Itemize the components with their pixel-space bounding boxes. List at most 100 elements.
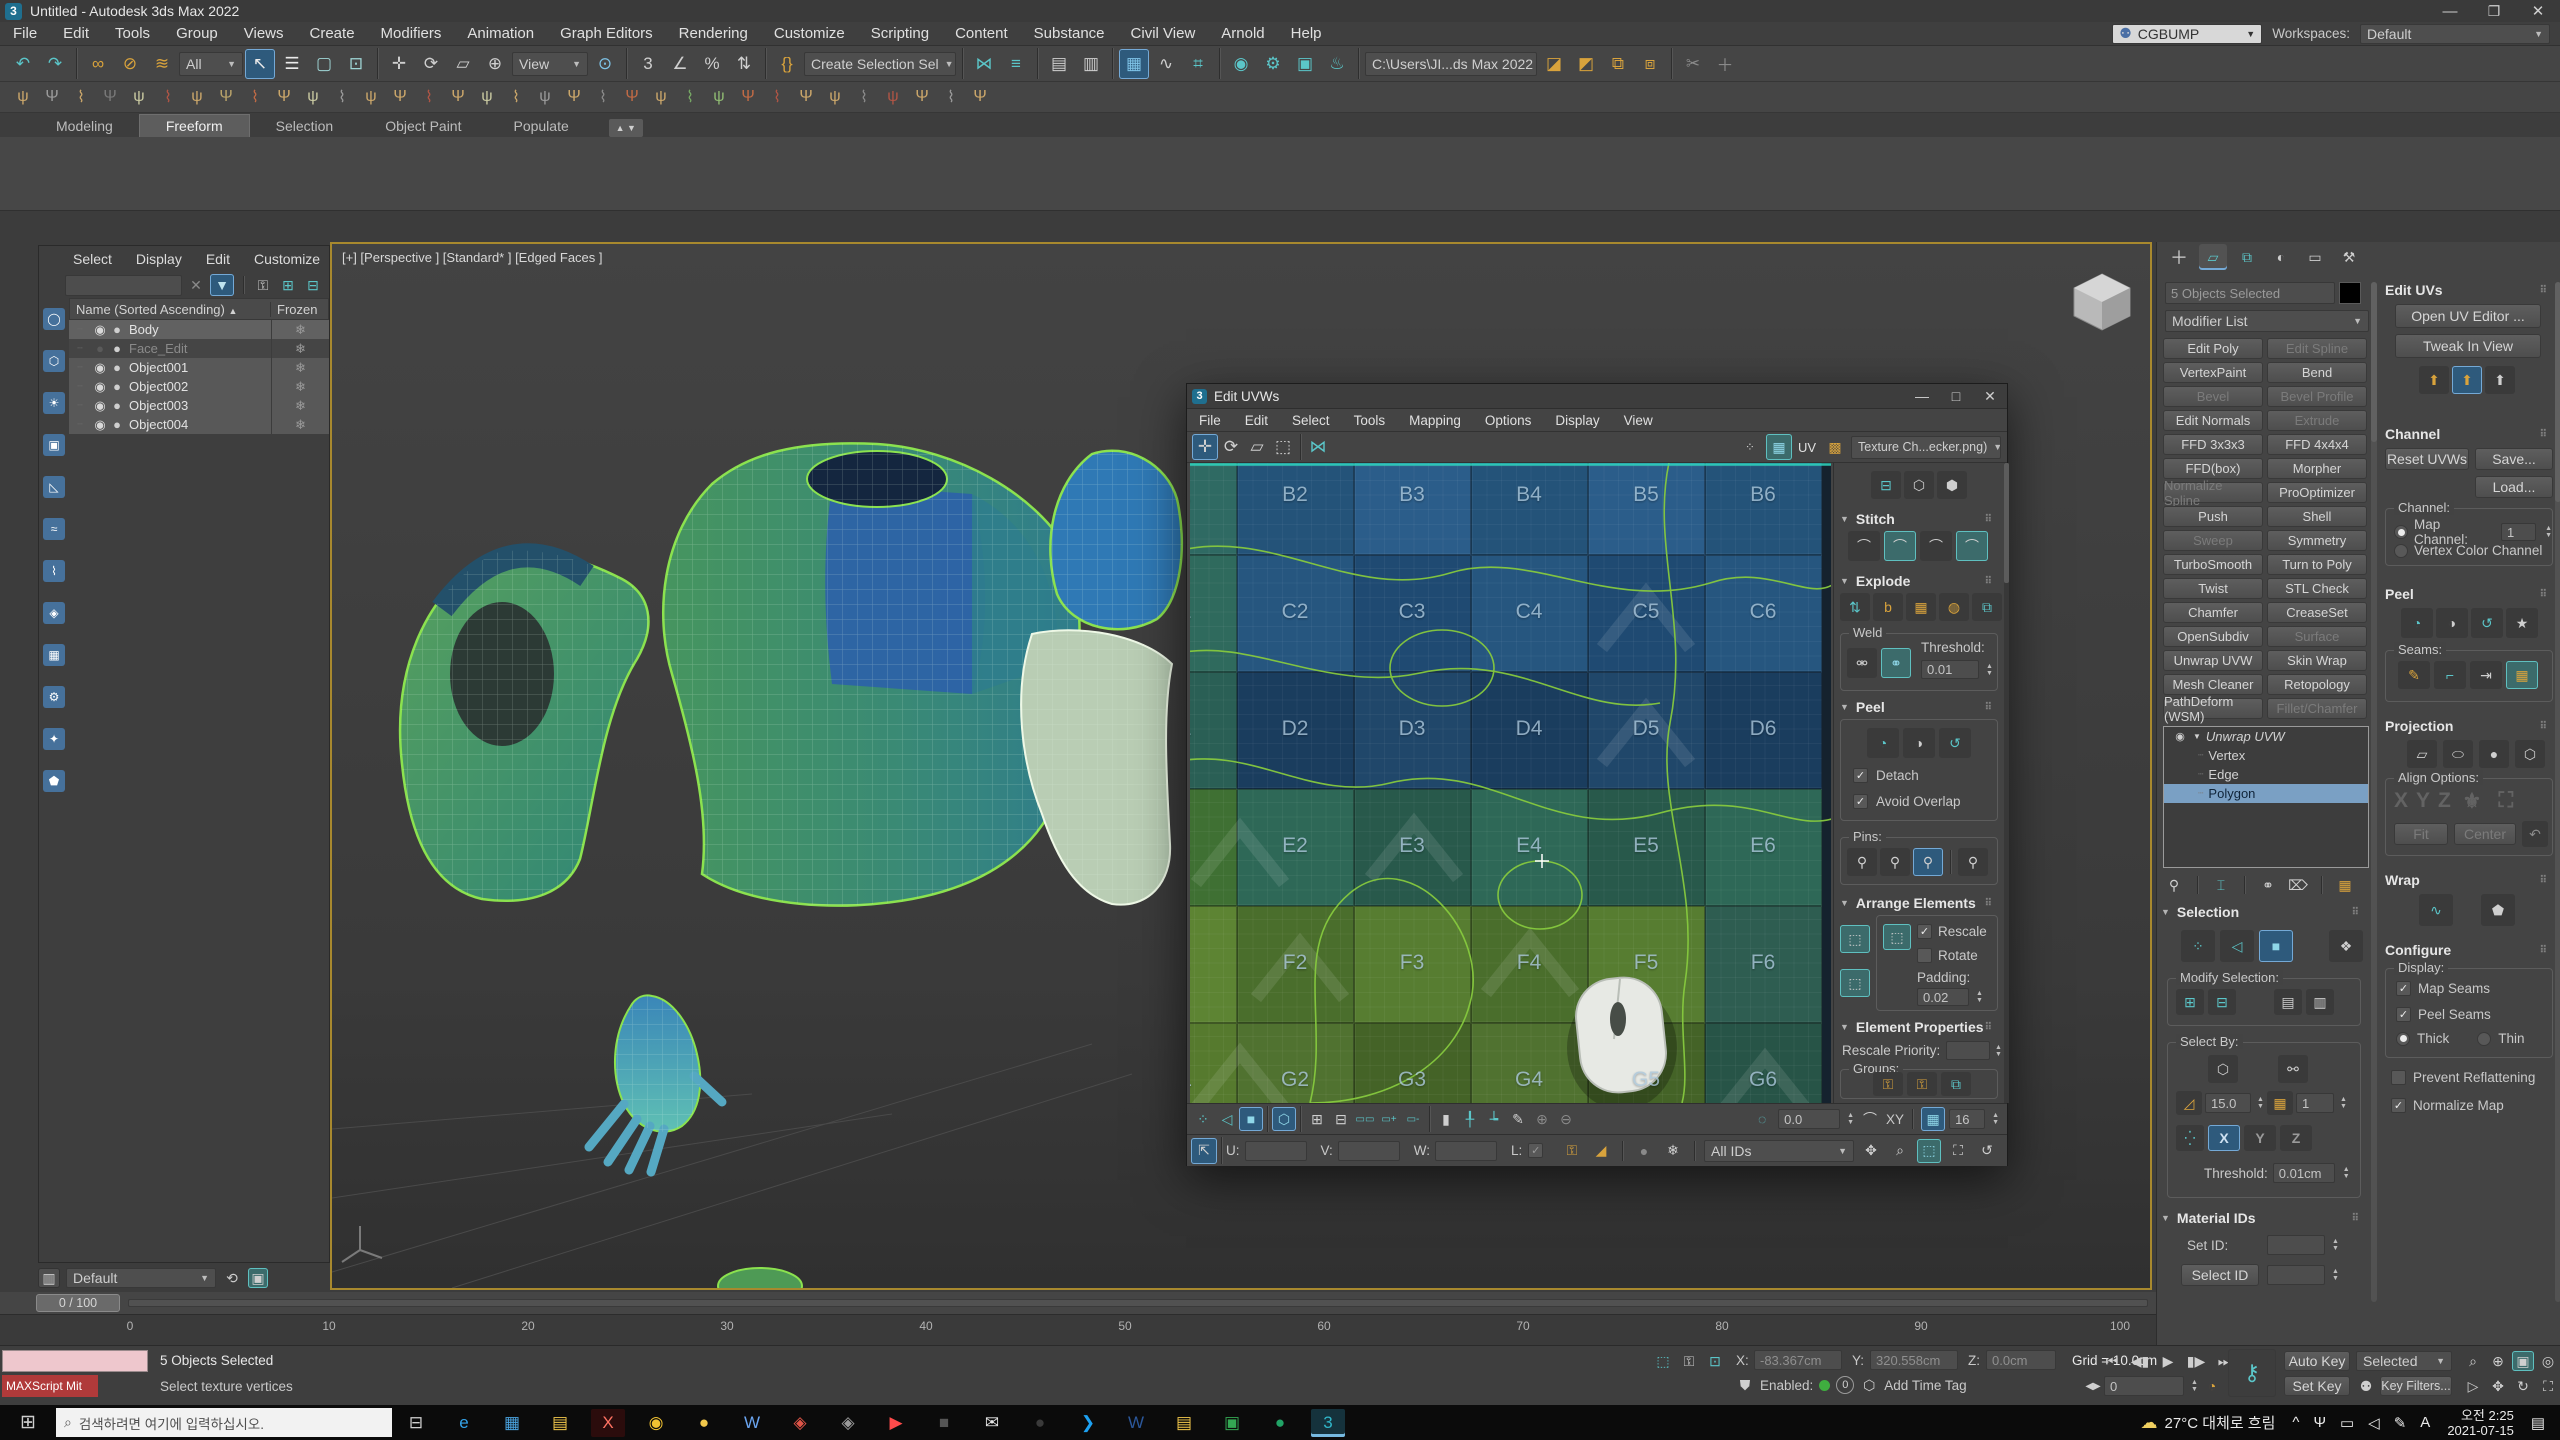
hair-tool-icon-16[interactable]: Ψ: [445, 84, 471, 110]
time-configuration-icon[interactable]: ◔: [2202, 1376, 2222, 1396]
ribbon-minimize-icon[interactable]: ▲ ▼: [609, 119, 643, 137]
tray-mic-icon[interactable]: Ψ: [2313, 1414, 2326, 1431]
explorer-refresh-icon[interactable]: ⟲: [222, 1268, 242, 1288]
menu-arnold[interactable]: Arnold: [1208, 22, 1277, 45]
app-blue-w-icon[interactable]: W: [735, 1409, 769, 1437]
menu-views[interactable]: Views: [231, 22, 297, 45]
curve-editor-icon[interactable]: ∿: [1151, 49, 1181, 79]
select-link-icon[interactable]: ∞: [83, 49, 113, 79]
angle-snap-icon[interactable]: ∠: [665, 49, 695, 79]
uv-falloff-space-icon[interactable]: ◌: [1750, 1107, 1774, 1131]
viewcube[interactable]: [2074, 274, 2130, 330]
configure-modifier-sets-icon[interactable]: ▦: [2334, 874, 2356, 896]
angle-field[interactable]: 15.0: [2205, 1093, 2251, 1113]
sel-vertex-icon[interactable]: ⁘: [2181, 930, 2215, 962]
expand-to-seams-icon[interactable]: ▦: [2506, 661, 2538, 689]
reshape-align-icon[interactable]: ⊟: [1871, 471, 1901, 499]
frozen-toggle-icon[interactable]: ❄: [271, 358, 329, 377]
frozen-toggle-icon[interactable]: ❄: [271, 415, 329, 434]
peel-mode-icon[interactable]: ◑: [1903, 728, 1935, 758]
frozen-toggle-icon[interactable]: ❄: [271, 339, 329, 358]
select-move-icon[interactable]: ✛: [384, 49, 414, 79]
uvw-menu-file[interactable]: File: [1187, 409, 1233, 431]
hair-tool-icon-2[interactable]: Ψ: [39, 84, 65, 110]
reset-uvws-button[interactable]: Reset UVWs: [2385, 448, 2469, 470]
hair-tool-icon-9[interactable]: ⌇: [242, 84, 268, 110]
scene-object-row[interactable]: ┄◉●Object001❄: [69, 358, 329, 377]
grow-selection-icon[interactable]: ⊞: [2176, 989, 2204, 1015]
peel-reset2-icon[interactable]: ↺: [2471, 608, 2503, 638]
peel-seams-checkbox[interactable]: ✓: [2396, 1007, 2411, 1022]
tray-volume-icon[interactable]: ◁: [2368, 1414, 2380, 1432]
explorer-preset-dropdown[interactable]: Default▼: [66, 1268, 216, 1288]
set-keys-button[interactable]: ⚷: [2228, 1349, 2276, 1397]
arrange-rotate-checkbox[interactable]: [1917, 948, 1932, 963]
hair-tool-icon-11[interactable]: ψ: [300, 84, 326, 110]
object-color-swatch[interactable]: [2339, 282, 2361, 304]
uv-element-mode-icon[interactable]: ⬡: [1272, 1107, 1296, 1131]
group-create-icon[interactable]: ⚿: [1873, 1072, 1903, 1096]
uv-shrink-loop-icon[interactable]: ┶: [1482, 1107, 1506, 1131]
menu-create[interactable]: Create: [297, 22, 368, 45]
modifier-button-chamfer[interactable]: Chamfer: [2163, 602, 2263, 623]
menu-group[interactable]: Group: [163, 22, 231, 45]
thin-radio[interactable]: [2477, 1032, 2491, 1046]
modifier-button-ffd-box-[interactable]: FFD(box): [2163, 458, 2263, 479]
hair-tool-icon-21[interactable]: ⌇: [590, 84, 616, 110]
selection-rollout-header[interactable]: ▼Selection⠿: [2161, 904, 2365, 920]
hair-tool-icon-30[interactable]: ⌇: [851, 84, 877, 110]
display-filter-icon-7[interactable]: ⌇: [43, 560, 65, 582]
arrange-rescale-checkbox[interactable]: ✓: [1917, 924, 1932, 939]
zoom-region-icon[interactable]: ▷: [2462, 1376, 2484, 1396]
app-green-icon[interactable]: ▣: [1215, 1409, 1249, 1437]
display-filter-icon-12[interactable]: ⬟: [43, 770, 65, 792]
uv-xy-label[interactable]: XY: [1886, 1112, 1904, 1127]
uv-grow-selection-icon[interactable]: ⊞: [1305, 1107, 1329, 1131]
l-lock-checkbox[interactable]: ✓: [1528, 1143, 1543, 1158]
uv-grid-size-field[interactable]: 16: [1949, 1109, 1985, 1129]
select-place-icon[interactable]: ⊕: [480, 49, 510, 79]
app-dark-icon[interactable]: ■: [927, 1409, 961, 1437]
edit-uvs-rollout-header[interactable]: Edit UVs⠿: [2385, 282, 2553, 298]
fit-button[interactable]: Fit: [2394, 823, 2448, 845]
remove-modifier-icon[interactable]: ⌦: [2287, 874, 2309, 896]
menu-rendering[interactable]: Rendering: [666, 22, 761, 45]
spherical-map-icon[interactable]: ●: [2479, 740, 2509, 768]
channel-rollout-header[interactable]: Channel⠿: [2385, 426, 2553, 442]
projection-rollout-header[interactable]: Projection⠿: [2385, 718, 2553, 734]
modifier-button-bevel-profile[interactable]: Bevel Profile: [2267, 386, 2367, 407]
detach-checkbox[interactable]: ✓: [1853, 768, 1868, 783]
uv-zoom-region-icon[interactable]: ⬚: [1917, 1139, 1941, 1163]
modifier-button-twist[interactable]: Twist: [2163, 578, 2263, 599]
menu-scripting[interactable]: Scripting: [858, 22, 942, 45]
weather-text[interactable]: 27°C 대체로 흐림: [2165, 1412, 2276, 1433]
display-tab-icon[interactable]: ▭: [2301, 244, 2329, 270]
macro-recorder-line[interactable]: [2, 1350, 148, 1372]
uv-freeform-icon[interactable]: ⬚: [1270, 434, 1296, 460]
modifier-button-sweep[interactable]: Sweep: [2163, 530, 2263, 551]
uv-freeze-icon[interactable]: ❄: [1661, 1139, 1685, 1163]
modifier-button-fillet-chamfer[interactable]: Fillet/Chamfer: [2267, 698, 2367, 719]
time-slider-track[interactable]: [128, 1299, 2148, 1307]
modifier-button-edit-normals[interactable]: Edit Normals: [2163, 410, 2263, 431]
hair-tool-icon-26[interactable]: Ψ: [735, 84, 761, 110]
lighting-analysis-icon[interactable]: ✂: [1678, 49, 1708, 79]
store-icon[interactable]: ▦: [495, 1409, 529, 1437]
signin-user-dropdown[interactable]: ⚉ CGBUMP▼: [2112, 24, 2262, 44]
scene-object-row[interactable]: ┄◉●Body❄: [69, 320, 329, 339]
pin-remove-icon[interactable]: ⚲: [1880, 848, 1910, 876]
close-button[interactable]: ✕: [2516, 0, 2560, 22]
menu-animation[interactable]: Animation: [454, 22, 547, 45]
point-to-point-seam-icon[interactable]: ⌐: [2434, 661, 2466, 689]
modifier-button-extrude[interactable]: Extrude: [2267, 410, 2367, 431]
edge-icon[interactable]: e: [447, 1409, 481, 1437]
uv-select-row-icon[interactable]: ▭▭: [1353, 1107, 1377, 1131]
modifier-button-prooptimizer[interactable]: ProOptimizer: [2267, 482, 2367, 503]
uv-zoom-icon[interactable]: ⌕: [1888, 1139, 1912, 1163]
uvw-menu-view[interactable]: View: [1612, 409, 1665, 431]
modifier-button-turn-to-poly[interactable]: Turn to Poly: [2267, 554, 2367, 575]
convert-seams-icon[interactable]: ⇥: [2470, 661, 2502, 689]
menu-modifiers[interactable]: Modifiers: [368, 22, 455, 45]
modifier-list-dropdown[interactable]: Modifier List▼: [2165, 310, 2369, 332]
vertex-color-radio[interactable]: [2394, 544, 2408, 558]
